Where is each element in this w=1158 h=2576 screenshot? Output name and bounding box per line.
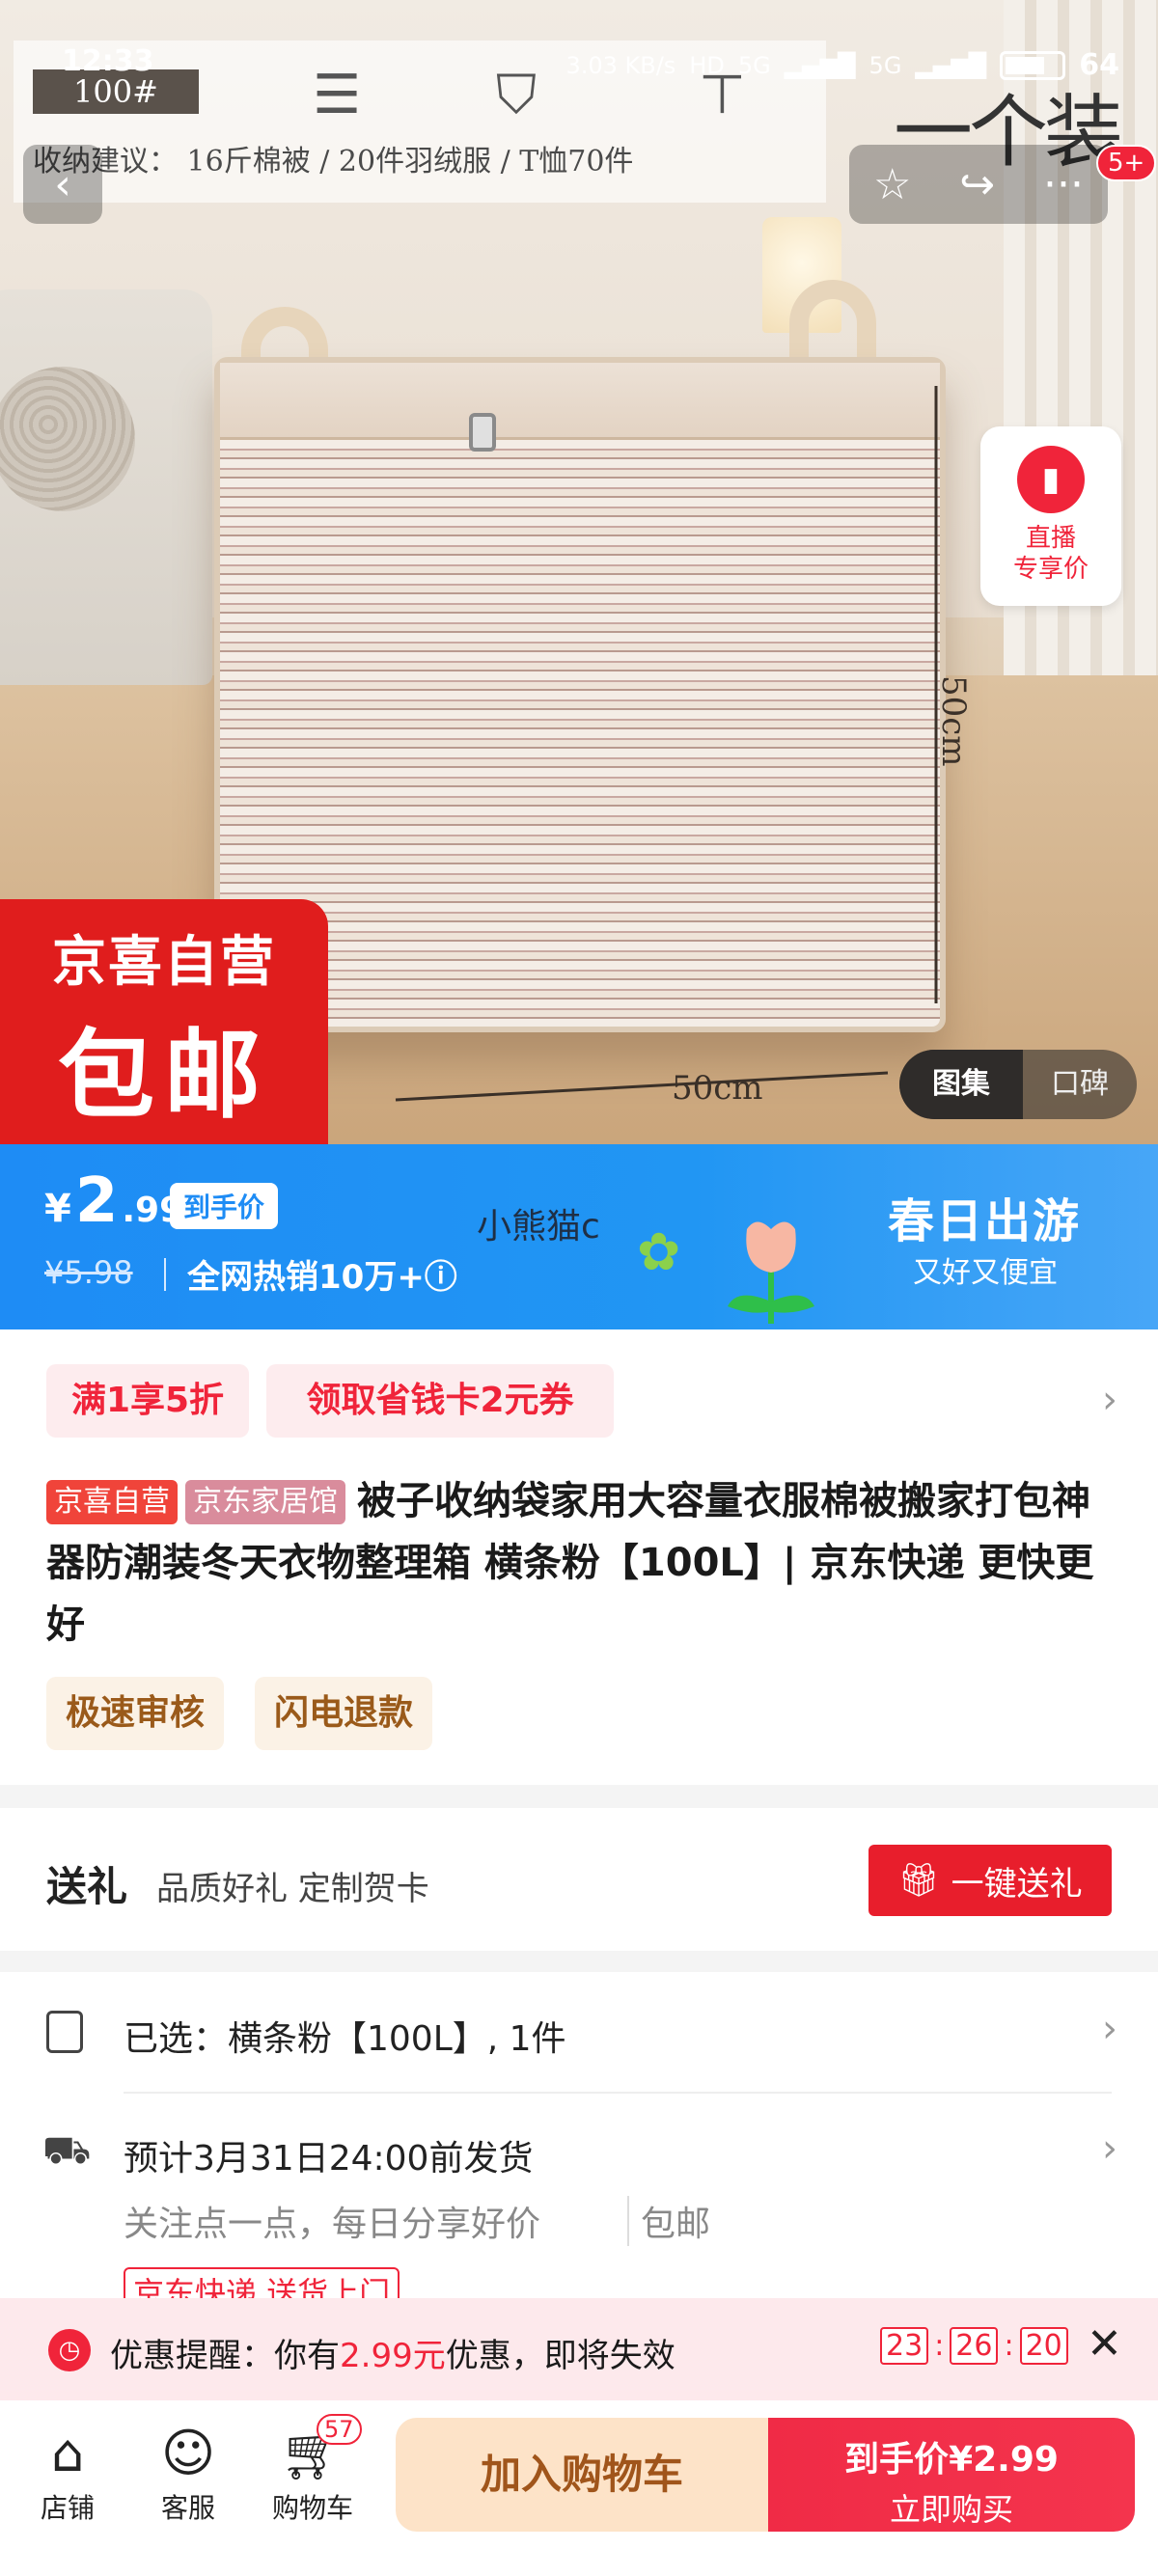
- buy-now-button[interactable]: 到手价¥2.99 立即购买: [768, 2418, 1135, 2532]
- shop-button[interactable]: ⌂ 店铺: [10, 2420, 125, 2526]
- chevron-right-icon: ›: [1102, 2126, 1117, 2171]
- countdown-hours: 23: [880, 2327, 929, 2365]
- gift-icon: 🎁︎: [897, 1861, 940, 1900]
- service-fast-review: 极速审核: [46, 1677, 225, 1750]
- selection-row[interactable]: 已选：横条粉【100L】, 1件 ›: [0, 1987, 1158, 2084]
- clover-icon: ✿: [637, 1221, 681, 1282]
- tab-gallery[interactable]: 图集: [899, 1050, 1023, 1119]
- product-image-carousel[interactable]: 50cm 50cm 一个装 100# ☰ ⛉ ⊤ 收纳建议： 16斤棉被 / 2…: [0, 0, 1158, 1144]
- network-speed: 3.03 KB/s: [565, 51, 676, 79]
- back-button[interactable]: ‹: [23, 145, 102, 224]
- final-price-tag: 到手价: [170, 1183, 279, 1229]
- service-icon: ☺: [160, 2423, 216, 2483]
- gallery-toggle: 图集 口碑: [899, 1050, 1137, 1119]
- selection-icon: [46, 2011, 83, 2053]
- battery-icon: [1000, 50, 1066, 80]
- top-action-group: ☆ ↪ ···: [849, 145, 1108, 224]
- delivery-estimate: 预计3月31日24:00前发货: [124, 2139, 534, 2179]
- final-price: ¥ 2 .99: [44, 1165, 184, 1237]
- delivery-free-shipping: 包邮: [627, 2196, 710, 2246]
- signal-5g-2: 5G: [868, 51, 902, 79]
- storage-tip-text: 收纳建议： 16斤棉被 / 20件羽绒服 / T恤70件: [33, 145, 634, 178]
- signal-icon: ▂▄▆█: [784, 51, 856, 79]
- height-dimension-label: 50cm: [934, 675, 973, 767]
- original-price: ¥5.98: [44, 1254, 133, 1291]
- chevron-right-icon: ›: [1102, 2007, 1117, 2051]
- cart-count-badge: 57: [317, 2414, 362, 2445]
- more-icon[interactable]: ···: [1043, 160, 1084, 209]
- divider: [124, 2092, 1112, 2094]
- gift-desc: 品质好礼 定制贺卡: [156, 1870, 429, 1908]
- alert-amount: 2.99元: [340, 2337, 446, 2375]
- share-icon[interactable]: ↪: [959, 160, 995, 209]
- cart-button[interactable]: 🛒︎ 购物车 57: [255, 2414, 371, 2526]
- close-icon[interactable]: ✕: [1087, 2319, 1122, 2369]
- alert-message: 优惠提醒：你有2.99元优惠，即将失效: [110, 2337, 676, 2375]
- live-label: 直播: [1025, 524, 1076, 553]
- service-quick-refund: 闪电退款: [255, 1677, 433, 1750]
- status-time: 12:33: [62, 44, 154, 78]
- send-gift-button[interactable]: 🎁︎ 一键送礼: [868, 1845, 1112, 1916]
- live-chart-icon: ▮: [1017, 446, 1085, 513]
- countdown-timer: 23: 26: 20: [880, 2327, 1068, 2365]
- selected-spec: 已选：横条粉【100L】, 1件: [124, 2019, 566, 2059]
- chevron-right-icon[interactable]: ›: [1102, 1378, 1117, 1422]
- countdown-seconds: 20: [1019, 2327, 1068, 2365]
- campaign-subtitle: 又好又便宜: [913, 1256, 1058, 1290]
- tab-reviews[interactable]: 口碑: [1023, 1050, 1137, 1119]
- price-banner: ¥ 2 .99 到手价 ¥5.98 全网热销10万+ⓘ 小熊猫c ✿ 春日出游 …: [0, 1144, 1158, 1329]
- sales-hot-label[interactable]: 全网热销10万+ⓘ: [187, 1250, 457, 1298]
- tulip-icon: [728, 1221, 814, 1324]
- username-watermark: 小熊猫c: [477, 1207, 600, 1247]
- customer-service-button[interactable]: ☺ 客服: [130, 2420, 246, 2526]
- self-operated-tag: 京喜自营: [46, 1480, 178, 1524]
- coupon-discount[interactable]: 满1享5折: [46, 1364, 249, 1438]
- message-badge: 5+: [1096, 145, 1157, 181]
- live-price-widget[interactable]: ▮ 直播 专享价: [980, 426, 1121, 606]
- bottom-action-bar: ⌂ 店铺 ☺ 客服 🛒︎ 购物车 57 加入购物车 到手价¥2.99 立即购买: [0, 2400, 1158, 2576]
- cart-label: 购物车: [271, 2492, 353, 2524]
- width-dimension-label: 50cm: [672, 1069, 763, 1108]
- free-shipping-label: 包邮: [58, 1019, 270, 1132]
- discount-alert-bar: ◷ 优惠提醒：你有2.99元优惠，即将失效 23: 26: 20 ✕: [0, 2298, 1158, 2400]
- status-bar: 12:33 3.03 KB/s HD 5G ▂▄▆█ 5G ▂▄▆█ 64: [0, 0, 1158, 82]
- live-price-label: 专享价: [1012, 555, 1089, 584]
- countdown-minutes: 26: [950, 2327, 999, 2365]
- chevron-left-icon: ‹: [54, 159, 71, 209]
- product-title: 京喜自营 京东家居馆 被子收纳袋家用大容量衣服棉被搬家打包神器防潮装冬天衣物整理箱 …: [46, 1470, 1112, 1656]
- store-tag[interactable]: 京东家居馆: [185, 1480, 345, 1524]
- hd-indicator: HD: [689, 51, 725, 79]
- buy-now-label: 立即购买: [889, 2491, 1013, 2528]
- truck-icon: ⛟: [42, 2128, 92, 2173]
- alert-clock-icon: ◷: [48, 2329, 91, 2371]
- signal-5g-1: 5G: [737, 51, 771, 79]
- campaign-title: 春日出游: [888, 1194, 1082, 1248]
- service-label: 客服: [160, 2492, 215, 2524]
- gift-title: 送礼: [46, 1863, 128, 1910]
- delivery-follow-hint: 关注点一点，每日分享好价: [124, 2205, 541, 2244]
- shop-icon: ⌂: [50, 2423, 85, 2483]
- add-to-cart-button[interactable]: 加入购物车: [396, 2418, 768, 2532]
- divider: [164, 1258, 166, 1291]
- battery-level: 64: [1079, 48, 1119, 82]
- delivery-row[interactable]: ⛟ 预计3月31日24:00前发货 关注点一点，每日分享好价 包邮 京东快递 送…: [0, 2113, 1158, 2316]
- free-shipping-badge: 京喜自营 包邮: [0, 899, 328, 1144]
- coupon-saving-card[interactable]: 领取省钱卡2元券: [266, 1364, 614, 1438]
- signal-icon: ▂▄▆█: [915, 51, 987, 79]
- send-gift-label: 一键送礼: [951, 1864, 1083, 1904]
- buy-price-line: 到手价¥2.99: [844, 2440, 1059, 2480]
- favorite-star-icon[interactable]: ☆: [873, 160, 911, 209]
- shop-label: 店铺: [40, 2492, 95, 2524]
- self-operated-label: 京喜自营: [52, 931, 276, 994]
